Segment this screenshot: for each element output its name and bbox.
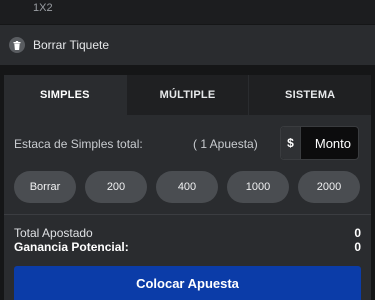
- stake-label: Estaca de Simples total:: [14, 137, 143, 151]
- clear-ticket-label: Borrar Tiquete: [33, 38, 110, 52]
- quick-stake-buttons: Borrar 200 400 1000 2000: [14, 171, 361, 203]
- potential-win-value: 0: [354, 240, 361, 254]
- stake-amount-input[interactable]: [301, 127, 358, 159]
- clear-stake-button[interactable]: Borrar: [14, 171, 76, 203]
- summary-divider: [4, 214, 371, 215]
- trash-icon: [9, 37, 25, 53]
- tab-simples[interactable]: SIMPLES: [4, 75, 126, 115]
- quick-stake-1000-button[interactable]: 1000: [227, 171, 289, 203]
- market-label: 1X2: [33, 2, 53, 14]
- tab-sistema[interactable]: SISTEMA: [248, 75, 372, 115]
- section-separator: [0, 65, 375, 69]
- bet-type-tabs: SIMPLES MÚLTIPLE SISTEMA: [4, 75, 372, 115]
- currency-symbol: $: [281, 127, 301, 159]
- stake-amount-field[interactable]: $: [280, 126, 359, 160]
- clear-ticket-row[interactable]: Borrar Tiquete: [0, 25, 375, 65]
- quick-stake-400-button[interactable]: 400: [156, 171, 218, 203]
- quick-stake-200-button[interactable]: 200: [85, 171, 147, 203]
- tab-multiple[interactable]: MÚLTIPLE: [125, 75, 249, 115]
- bet-count: ( 1 Apuesta): [193, 137, 258, 151]
- quick-stake-2000-button[interactable]: 2000: [298, 171, 360, 203]
- previous-selection-strip: 1X2: [0, 0, 375, 24]
- betslip-panel: SIMPLES MÚLTIPLE SISTEMA Estaca de Simpl…: [4, 75, 372, 300]
- potential-win-label: Ganancia Potencial:: [14, 240, 129, 254]
- place-bet-button[interactable]: Colocar Apuesta: [14, 266, 361, 300]
- total-staked-label: Total Apostado: [14, 226, 93, 240]
- total-staked-value: 0: [354, 226, 361, 240]
